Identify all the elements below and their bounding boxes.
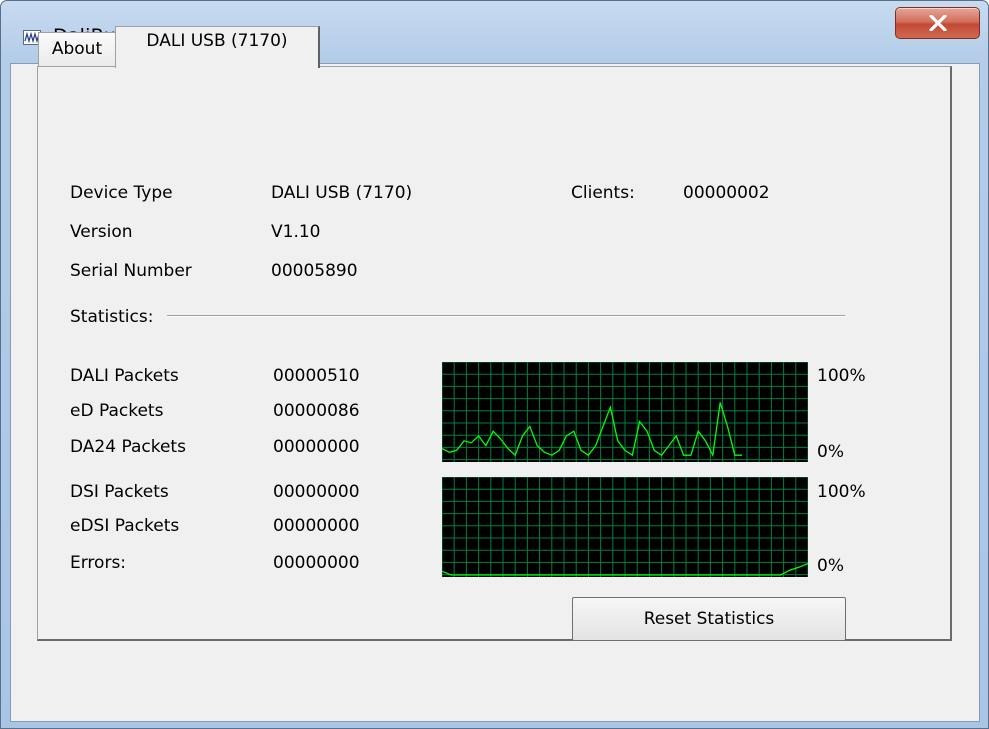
version-value: V1.10 bbox=[271, 222, 321, 242]
dsi-graph-grid bbox=[442, 477, 808, 577]
dali-packets-label: DALI Packets bbox=[70, 366, 179, 386]
device-type-value: DALI USB (7170) bbox=[271, 183, 413, 203]
dsi-packets-value: 00000000 bbox=[273, 482, 360, 502]
graph1-min-label: 0% bbox=[817, 442, 844, 462]
packets-graph-canvas bbox=[442, 362, 808, 462]
statistics-label: Statistics: bbox=[70, 307, 154, 327]
close-button[interactable] bbox=[895, 7, 980, 39]
dsi-packets-label: DSI Packets bbox=[70, 482, 169, 502]
edsi-packets-value: 00000000 bbox=[273, 516, 360, 536]
da24-packets-label: DA24 Packets bbox=[70, 437, 186, 457]
dsi-graph bbox=[442, 477, 808, 577]
clients-label: Clients: bbox=[571, 183, 635, 203]
device-type-label: Device Type bbox=[70, 183, 173, 203]
close-icon bbox=[929, 15, 947, 31]
statistics-separator bbox=[167, 315, 845, 317]
edsi-packets-label: eDSI Packets bbox=[70, 516, 180, 536]
ed-packets-label: eD Packets bbox=[70, 401, 164, 421]
dali-packets-value: 00000510 bbox=[273, 366, 360, 386]
serial-number-label: Serial Number bbox=[70, 261, 192, 281]
da24-packets-value: 00000000 bbox=[273, 437, 360, 457]
ed-packets-value: 00000086 bbox=[273, 401, 360, 421]
errors-value: 00000000 bbox=[273, 553, 360, 573]
graph2-min-label: 0% bbox=[817, 556, 844, 576]
graph2-max-label: 100% bbox=[817, 482, 866, 502]
version-label: Version bbox=[70, 222, 133, 242]
errors-label: Errors: bbox=[70, 553, 127, 573]
packets-graph-grid bbox=[442, 362, 808, 462]
graph1-max-label: 100% bbox=[817, 366, 866, 386]
clients-value: 00000002 bbox=[683, 183, 770, 203]
tab-dali-usb[interactable]: DALI USB (7170) bbox=[115, 26, 320, 68]
tab-about[interactable]: About bbox=[38, 32, 116, 66]
serial-number-value: 00005890 bbox=[271, 261, 358, 281]
reset-statistics-button[interactable]: Reset Statistics bbox=[572, 597, 846, 641]
dsi-graph-canvas bbox=[442, 477, 808, 577]
packets-graph bbox=[442, 362, 808, 462]
